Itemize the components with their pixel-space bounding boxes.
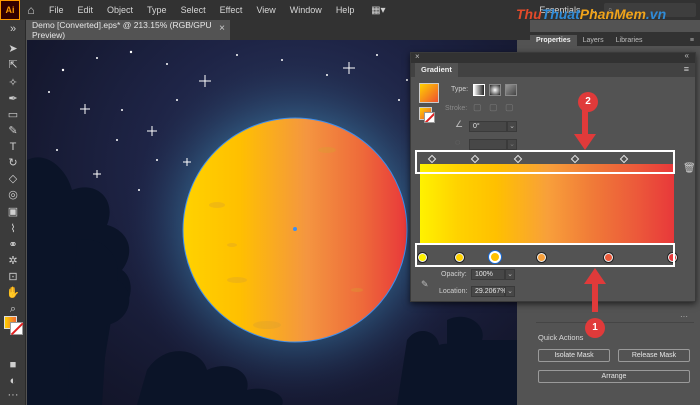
- menu-edit[interactable]: Edit: [71, 5, 101, 15]
- stroke-option-icon[interactable]: ▢: [489, 102, 498, 113]
- document-tab-bar: Demo [Converted].eps* @ 213.15% (RGB/GPU…: [26, 20, 530, 40]
- tab-properties[interactable]: Properties: [530, 35, 577, 46]
- panel-header: × «: [411, 51, 695, 63]
- aspect-ratio-icon: ◌: [455, 137, 461, 147]
- menu-select[interactable]: Select: [174, 5, 213, 15]
- watermark-part-c: PhanMem: [579, 6, 646, 22]
- stroke-swatch[interactable]: [424, 112, 435, 123]
- more-options-icon[interactable]: ···: [680, 312, 688, 321]
- collapse-icon[interactable]: «: [685, 51, 689, 60]
- arrange-button[interactable]: Arrange: [538, 370, 690, 383]
- menu-type[interactable]: Type: [140, 5, 174, 15]
- paintbrush-icon[interactable]: ✎: [5, 124, 21, 138]
- chevron-down-icon[interactable]: ⌄: [505, 286, 515, 297]
- angle-icon: ∠: [455, 119, 464, 129]
- pen-tool-icon[interactable]: ✒: [5, 92, 21, 106]
- eyedropper-icon[interactable]: ✎: [421, 279, 429, 290]
- home-icon[interactable]: ⌂: [20, 3, 42, 17]
- aspect-ratio-field[interactable]: [469, 139, 507, 150]
- gradient-preview-swatch[interactable]: [419, 83, 439, 103]
- sun-center-point: [293, 227, 297, 231]
- highlight-box-stops: [415, 243, 675, 267]
- eyedropper-icon[interactable]: ⌇: [5, 222, 21, 236]
- opacity-label: Opacity:: [441, 271, 467, 278]
- panel-menu-icon[interactable]: ≡: [684, 35, 700, 46]
- artboard-tool-icon[interactable]: ⊡: [5, 270, 21, 284]
- rectangle-tool-icon[interactable]: ▭: [5, 108, 21, 122]
- stroke-option-icon[interactable]: ▢: [505, 102, 514, 113]
- close-icon[interactable]: ×: [415, 52, 420, 61]
- document-tab[interactable]: Demo [Converted].eps* @ 213.15% (RGB/GPU…: [26, 20, 230, 40]
- more-tools-icon[interactable]: ···: [5, 388, 21, 402]
- shape-builder-icon[interactable]: ◎: [5, 188, 21, 202]
- menu-file[interactable]: File: [42, 5, 71, 15]
- rotate-tool-icon[interactable]: ↻: [5, 156, 21, 170]
- type-tool-icon[interactable]: T: [5, 140, 21, 154]
- gradient-tool-icon[interactable]: ▣: [5, 205, 21, 219]
- gradient-panel-title[interactable]: Gradient: [415, 63, 458, 77]
- annotation-number-2: 2: [578, 92, 598, 112]
- illustrator-window: Ai ⌂ File Edit Object Type Select Effect…: [0, 0, 700, 405]
- radial-gradient-button[interactable]: [489, 84, 501, 96]
- close-icon[interactable]: ×: [219, 23, 225, 34]
- document-title: Demo [Converted].eps* @ 213.15% (RGB/GPU…: [32, 20, 212, 40]
- watermark-logo: ThuThuatPhanMem.vn: [516, 6, 666, 22]
- symbol-sprayer-icon[interactable]: ✲: [5, 254, 21, 268]
- annotation-number-1: 1: [585, 318, 605, 338]
- direct-selection-tool-icon[interactable]: ⇱: [5, 58, 21, 72]
- gradient-slider-bar[interactable]: [420, 164, 674, 244]
- stroke-option-icon[interactable]: ▢: [473, 102, 482, 113]
- zoom-tool-icon[interactable]: ⌕: [5, 302, 21, 316]
- location-field[interactable]: 29.2067%: [471, 286, 507, 297]
- blend-tool-icon[interactable]: ⚭: [5, 238, 21, 252]
- panel-tab-strip: Properties Layers Libraries ≡: [530, 32, 700, 46]
- tab-layers[interactable]: Layers: [577, 35, 610, 46]
- hand-tool-icon[interactable]: ✋: [5, 286, 21, 300]
- stroke-swatch[interactable]: [10, 322, 23, 335]
- color-mode-icon[interactable]: ■: [5, 358, 21, 372]
- stroke-label: Stroke:: [445, 105, 468, 112]
- angle-field[interactable]: 0°: [469, 121, 507, 132]
- watermark-part-d: .vn: [645, 6, 667, 22]
- quick-actions-title: Quick Actions: [538, 333, 584, 342]
- watermark-part-b: Thuat: [541, 6, 580, 22]
- highlight-box-midpoints: [415, 150, 675, 174]
- annotation-arrow-1: [584, 268, 606, 312]
- menu-object[interactable]: Object: [100, 5, 140, 15]
- freeform-gradient-button[interactable]: [505, 84, 517, 96]
- opacity-field[interactable]: 100%: [471, 269, 505, 280]
- menu-window[interactable]: Window: [283, 5, 329, 15]
- workspace-grid-icon[interactable]: ▦▾: [369, 4, 387, 16]
- tools-panel: » ➤ ⇱ ✧ ✒ ▭ ✎ T ↻ ◇ ◎ ▣ ⌇ ⚭ ✲ ⊡ ✋ ⌕ ■ ◐ …: [0, 20, 26, 405]
- eraser-icon[interactable]: ◇: [5, 172, 21, 186]
- panel-menu-icon[interactable]: ≡: [684, 64, 689, 74]
- type-label: Type:: [451, 86, 469, 93]
- tab-libraries[interactable]: Libraries: [610, 35, 649, 46]
- trash-icon[interactable]: 🗑: [683, 163, 696, 174]
- draw-mode-icon[interactable]: ◐: [5, 374, 21, 388]
- menu-effect[interactable]: Effect: [213, 5, 250, 15]
- menu-help[interactable]: Help: [329, 5, 362, 15]
- chevron-down-icon[interactable]: ⌄: [507, 139, 517, 150]
- selection-tool-icon[interactable]: ➤: [5, 42, 21, 56]
- location-label: Location:: [439, 288, 468, 295]
- magic-wand-icon[interactable]: ✧: [5, 76, 21, 90]
- linear-gradient-button[interactable]: [473, 84, 485, 96]
- collapse-icon[interactable]: »: [5, 22, 21, 36]
- chevron-down-icon[interactable]: ⌄: [507, 121, 517, 132]
- isolate-mask-button[interactable]: Isolate Mask: [538, 349, 610, 362]
- chevron-down-icon[interactable]: ⌄: [505, 269, 515, 280]
- release-mask-button[interactable]: Release Mask: [618, 349, 690, 362]
- app-logo: Ai: [0, 0, 20, 20]
- menu-view[interactable]: View: [249, 5, 282, 15]
